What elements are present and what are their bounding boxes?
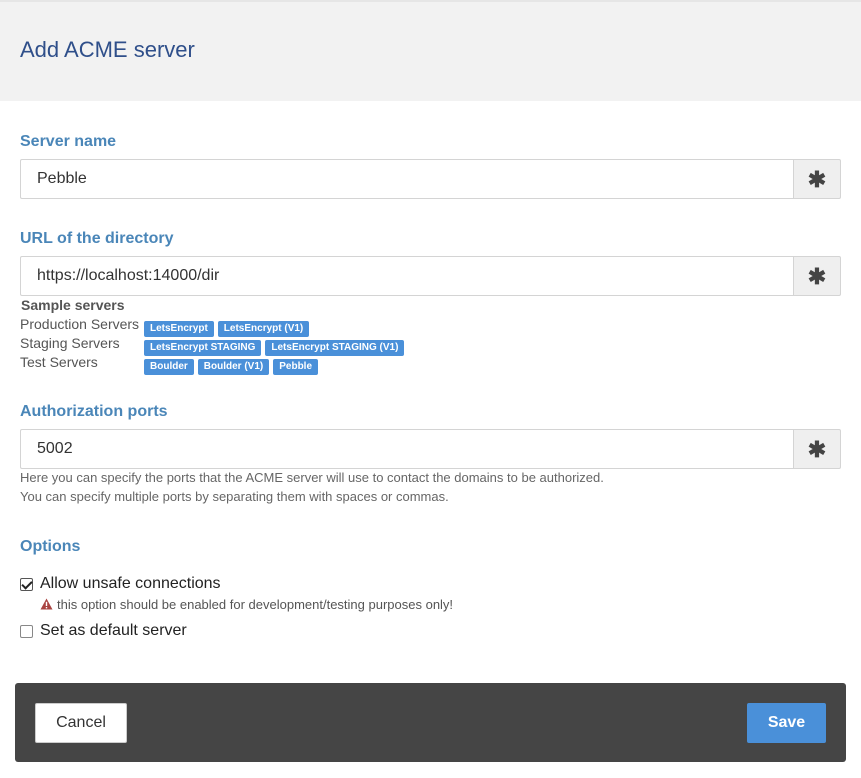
auth-ports-input[interactable] xyxy=(20,429,793,469)
server-name-input[interactable] xyxy=(20,159,793,199)
auth-ports-help-1: Here you can specify the ports that the … xyxy=(20,470,604,485)
sample-row-label: Production Servers xyxy=(20,316,140,332)
allow-unsafe-checkbox[interactable] xyxy=(20,578,33,591)
modal-footer: Cancel Save xyxy=(15,683,846,762)
badge-letsencrypt-staging-v1[interactable]: LetsEncrypt STAGING (V1) xyxy=(265,340,405,356)
auth-ports-help-2: You can specify multiple ports by separa… xyxy=(20,489,449,504)
auth-ports-label: Authorization ports xyxy=(20,403,168,420)
sample-row-label: Test Servers xyxy=(20,354,98,370)
sample-servers-title: Sample servers xyxy=(21,297,125,313)
directory-url-input[interactable] xyxy=(20,256,793,296)
badge-letsencrypt-staging[interactable]: LetsEncrypt STAGING xyxy=(144,340,262,356)
badge-pebble[interactable]: Pebble xyxy=(273,359,319,375)
auth-ports-required-asterisk-icon: ✱ xyxy=(793,429,841,469)
allow-unsafe-label[interactable]: Allow unsafe connections xyxy=(40,575,221,593)
set-default-checkbox[interactable] xyxy=(20,625,33,638)
unsafe-warning: this option should be enabled for develo… xyxy=(40,597,453,613)
badge-letsencrypt-v1[interactable]: LetsEncrypt (V1) xyxy=(217,321,310,337)
badge-boulder-v1[interactable]: Boulder (V1) xyxy=(197,359,270,375)
warning-triangle-icon xyxy=(40,598,53,613)
badge-letsencrypt[interactable]: LetsEncrypt xyxy=(144,321,214,337)
unsafe-warning-text: this option should be enabled for develo… xyxy=(57,597,454,612)
directory-url-required-asterisk-icon: ✱ xyxy=(793,256,841,296)
set-default-label[interactable]: Set as default server xyxy=(40,622,187,640)
save-button[interactable]: Save xyxy=(747,703,826,743)
sample-row-label: Staging Servers xyxy=(20,335,120,351)
directory-url-label: URL of the directory xyxy=(20,230,174,247)
directory-url-group: ✱ xyxy=(20,256,841,296)
badge-boulder[interactable]: Boulder xyxy=(144,359,194,375)
modal-header: Add ACME server xyxy=(0,0,861,101)
options-label: Options xyxy=(20,538,81,555)
server-name-required-asterisk-icon: ✱ xyxy=(793,159,841,199)
modal-title: Add ACME server xyxy=(20,37,195,62)
cancel-button[interactable]: Cancel xyxy=(35,703,127,743)
auth-ports-group: ✱ xyxy=(20,429,841,469)
server-name-label: Server name xyxy=(20,133,117,150)
server-name-group: ✱ xyxy=(20,159,841,199)
